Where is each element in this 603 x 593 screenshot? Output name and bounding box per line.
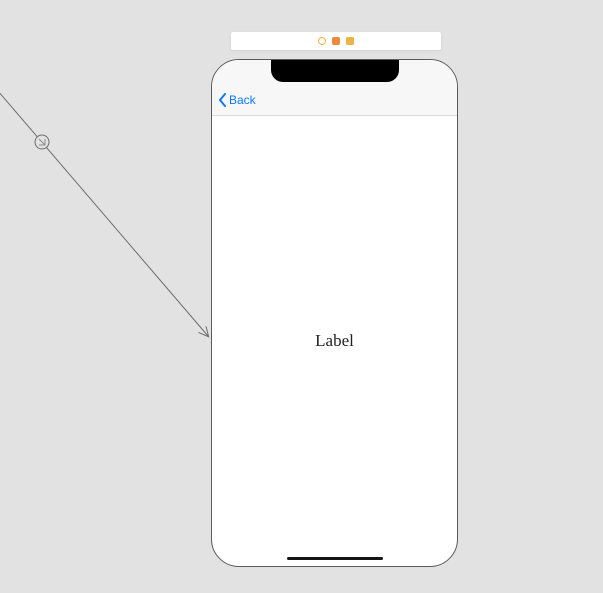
chevron-left-icon: [218, 93, 228, 107]
scene-view-controller-outline-icon[interactable]: [318, 37, 326, 45]
home-indicator: [287, 557, 383, 561]
view-content[interactable]: Label: [212, 116, 457, 566]
back-button[interactable]: Back: [218, 93, 256, 107]
segue-show-icon: [35, 135, 49, 149]
scene-dock[interactable]: [231, 32, 441, 50]
center-label[interactable]: Label: [315, 331, 354, 351]
device-notch: [271, 60, 399, 82]
scene-first-responder-icon[interactable]: [332, 37, 340, 45]
storyboard-canvas[interactable]: Back Label: [0, 0, 603, 593]
back-button-label: Back: [229, 93, 256, 107]
device-frame[interactable]: Back Label: [211, 59, 458, 567]
scene-exit-icon[interactable]: [346, 37, 354, 45]
